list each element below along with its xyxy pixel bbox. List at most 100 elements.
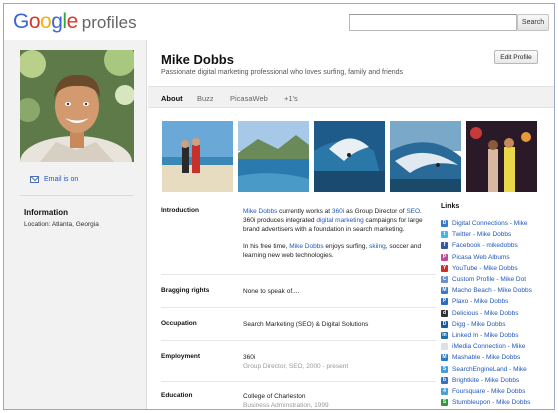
name-link[interactable]: Mike Dobbs — [289, 243, 323, 250]
bragging-rights-label: Bragging rights — [161, 287, 210, 294]
link-item[interactable]: D Digital Connections - Mike — [441, 218, 553, 229]
link-label: Foursquare - Mike Dobbs — [452, 387, 526, 395]
photo-surfer-wave-1[interactable] — [314, 121, 385, 192]
link-item[interactable]: C Custom Profile - Mike Dot — [441, 274, 553, 285]
link-item[interactable]: S Stumbleupon - Mike Dobbs — [441, 397, 553, 408]
link-label: Macho Beach - Mike Dobbs — [452, 287, 532, 295]
facebook-icon: f — [441, 242, 448, 250]
introduction-text: Mike Dobbs currently works at 360i as Gr… — [243, 207, 433, 268]
tab-plus-ones[interactable]: +1's — [284, 94, 298, 103]
link-label: YouTube - Mike Dobbs — [452, 264, 518, 272]
links-list: D Digital Connections - Mike t Twitter - Mi… — [441, 218, 553, 408]
mail-icon — [30, 176, 39, 183]
profile-tabs: About Buzz PicasaWeb +1's — [148, 86, 554, 108]
intro-text: currently works at — [277, 208, 332, 215]
divider — [161, 381, 436, 382]
link-item[interactable]: P Plaxo - Mike Dobbs — [441, 296, 553, 307]
employment-label: Employment — [161, 353, 201, 360]
link-item[interactable]: d Delicious - Mike Dobbs — [441, 308, 553, 319]
link-item[interactable]: in Linked In - Mike Dobbs — [441, 330, 553, 341]
searchengineland-icon: S — [441, 365, 448, 373]
information-heading: Information — [24, 208, 68, 217]
logo-suffix: profiles — [81, 13, 137, 32]
plaxo-icon: P — [441, 298, 448, 306]
email-link-label: Email is on — [44, 176, 79, 183]
divider — [161, 274, 436, 275]
employment-detail: Group Director, SEO, 2000 - present — [243, 363, 349, 370]
digital-connections-icon: D — [441, 220, 448, 228]
custom-profile-icon: C — [441, 276, 448, 284]
link-item[interactable]: M Mashable - Mike Dobbs — [441, 352, 553, 363]
link-item[interactable]: Y YouTube - Mike Dobbs — [441, 263, 553, 274]
skiing-link[interactable]: skiing — [369, 243, 386, 250]
google-profiles-logo[interactable]: Google profiles — [13, 10, 137, 35]
link-item[interactable]: D Digg - Mike Dobbs — [441, 319, 553, 330]
intro-text: as Group Director of — [344, 208, 407, 215]
seo-link[interactable]: SEO — [406, 208, 420, 215]
link-item[interactable]: P Picasa Web Albums — [441, 252, 553, 263]
digital-marketing-link[interactable]: digital marketing — [316, 217, 363, 224]
divider — [20, 195, 134, 196]
photo-island-bay[interactable] — [238, 121, 309, 192]
location-value: Atlanta, Georgia — [51, 221, 99, 228]
picasa-icon: P — [441, 253, 448, 261]
email-link[interactable]: Email is on — [30, 176, 78, 183]
delicious-icon: d — [441, 309, 448, 317]
avatar — [20, 50, 134, 162]
profile-name: Mike Dobbs — [161, 52, 234, 67]
tab-about[interactable]: About — [161, 94, 183, 103]
education-detail: Business Adminstration, 1999 — [243, 402, 329, 409]
tab-buzz[interactable]: Buzz — [197, 94, 214, 103]
link-label: Facebook - mikedobbs — [452, 242, 518, 250]
name-link[interactable]: Mike Dobbs — [243, 208, 277, 215]
photo-couple-at-night[interactable] — [466, 121, 537, 192]
search-button[interactable]: Search — [517, 14, 549, 31]
school: College of Charleston — [243, 393, 306, 400]
link-label: Linked In - Mike Dobbs — [452, 331, 519, 339]
tab-picasaweb[interactable]: PicasaWeb — [230, 94, 268, 103]
photo-surfer-wave-2[interactable] — [390, 121, 461, 192]
link-label: SearchEngineLand - Mike — [452, 365, 527, 373]
photo-couple-on-beach[interactable] — [162, 121, 233, 192]
link-label: Mashable - Mike Dobbs — [452, 354, 521, 362]
intro-text: enjoys surfing, — [323, 243, 370, 250]
intro-text: In his free time, — [243, 243, 290, 250]
edit-profile-button[interactable]: Edit Profile — [494, 50, 538, 64]
link-item[interactable]: S SearchEngineLand - Mike — [441, 363, 553, 374]
twitter-icon: t — [441, 231, 448, 239]
links-heading: Links — [441, 203, 460, 210]
search-input[interactable] — [349, 14, 517, 31]
mashable-icon: M — [441, 354, 448, 362]
divider — [161, 340, 436, 341]
link-item[interactable]: M Macho Beach - Mike Dobbs — [441, 285, 553, 296]
main-content: Mike Dobbs Passionate digital marketing … — [148, 40, 554, 409]
education-value: College of Charleston Business Adminstra… — [243, 392, 329, 409]
profile-tagline: Passionate digital marketing professiona… — [161, 69, 404, 76]
link-label: Custom Profile - Mike Dot — [452, 276, 527, 284]
company-link[interactable]: 360i — [332, 208, 344, 215]
link-item[interactable]: t Twitter - Mike Dobbs — [441, 229, 553, 240]
brightkite-icon: b — [441, 376, 448, 384]
location-text: Location: Atlanta, Georgia — [24, 221, 99, 228]
link-label: Plaxo - Mike Dobbs — [452, 298, 509, 306]
link-label: Brightkite - Mike Dobbs — [452, 376, 520, 384]
link-label: Digital Connections - Mike — [452, 220, 528, 228]
link-item[interactable]: f Facebook - mikedobbs — [441, 240, 553, 251]
employer: 360i — [243, 354, 256, 361]
header-bar: Google profiles Search — [4, 4, 554, 40]
education-label: Education — [161, 392, 193, 399]
introduction-label: Introduction — [161, 207, 199, 214]
location-label: Location: — [24, 221, 51, 228]
link-item[interactable]: iMedia Connection - Mike — [441, 341, 553, 352]
link-label: Stumbleupon - Mike Dobbs — [452, 399, 531, 407]
foursquare-icon: 4 — [441, 387, 448, 395]
profile-window: Google profiles Search Email is on Infor… — [3, 3, 555, 410]
link-label: Delicious - Mike Dobbs — [452, 309, 519, 317]
link-item[interactable]: b Brightkite - Mike Dobbs — [441, 375, 553, 386]
stumbleupon-icon: S — [441, 399, 448, 407]
link-item[interactable]: 4 Foursquare - Mike Dobbs — [441, 386, 553, 397]
macho-beach-icon: M — [441, 287, 448, 295]
left-sidebar: Email is on Information Location: Atlant… — [4, 40, 147, 409]
bragging-rights-value: None to speak of.... — [243, 288, 300, 295]
occupation-label: Occupation — [161, 320, 197, 327]
